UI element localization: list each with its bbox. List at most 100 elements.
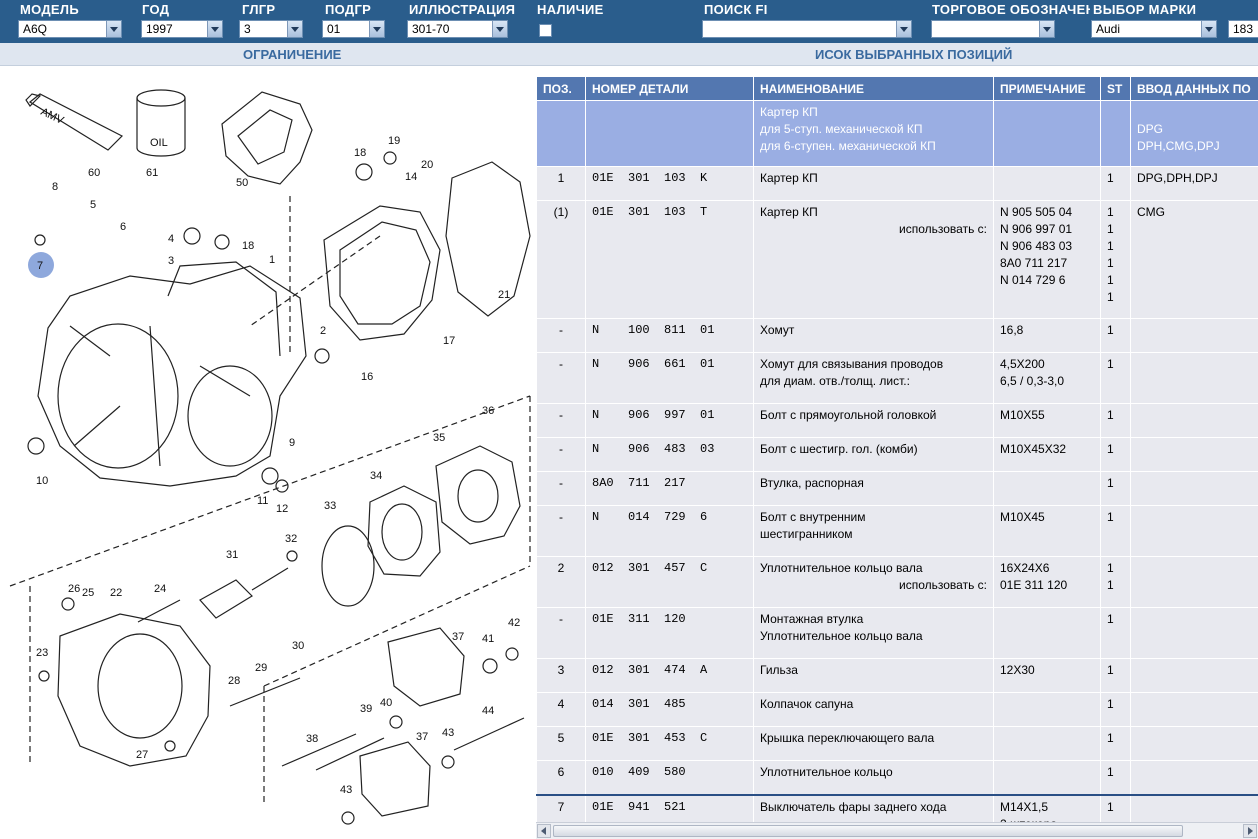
svg-text:29: 29: [255, 662, 267, 674]
horizontal-scrollbar[interactable]: [536, 822, 1258, 839]
chevron-down-icon[interactable]: [287, 21, 302, 37]
svg-text:4: 4: [168, 233, 174, 245]
availability-label: НАЛИЧИЕ: [537, 2, 604, 17]
cell-input: [1130, 607, 1258, 659]
svg-text:38: 38: [306, 733, 318, 745]
search-label: ПОИСК FI: [704, 2, 768, 17]
svg-text:11: 11: [257, 495, 268, 507]
svg-text:24: 24: [154, 583, 166, 595]
svg-text:17: 17: [443, 335, 455, 347]
year-select[interactable]: 1997: [141, 20, 223, 38]
filter-bar: МОДЕЛЬ ГОД ГЛГР ПОДГР ИЛЛЮСТРАЦИЯ НАЛИЧИ…: [0, 0, 1258, 43]
cell-name: Картер КП: [753, 166, 994, 201]
chevron-down-icon[interactable]: [896, 21, 911, 37]
svg-text:33: 33: [324, 500, 336, 512]
search-select[interactable]: [702, 20, 912, 38]
table-row[interactable]: -N 906 997 01 Болт с прямоугольной головк…: [536, 403, 1258, 438]
scroll-right-icon[interactable]: [1243, 824, 1257, 838]
cell-input: [1130, 658, 1258, 693]
selected-input: DPG DPH,CMG,DPJ: [1130, 100, 1258, 167]
selected-group-row[interactable]: Картер КП для 5-ступ. механической КП дл…: [536, 100, 1258, 167]
subgroup-label: ПОДГР: [325, 2, 372, 17]
scroll-thumb[interactable]: [553, 825, 1183, 837]
svg-text:2: 2: [320, 325, 326, 337]
cell-part-number: 012 301 457 C: [585, 556, 754, 608]
cell-note: [993, 471, 1101, 506]
model-select[interactable]: A6Q: [18, 20, 122, 38]
cell-input: [1130, 726, 1258, 761]
table-row[interactable]: -N 014 729 6 Болт с внутренним шестигранни…: [536, 505, 1258, 557]
cell-note: M10X45X32: [993, 437, 1101, 472]
cell-pos: 5: [536, 726, 586, 761]
cell-pos: (1): [536, 200, 586, 319]
cell-st: 1: [1100, 318, 1131, 353]
table-row[interactable]: 5 01E 301 453 C Крышка переключающего вала…: [536, 726, 1258, 761]
svg-text:6: 6: [120, 221, 126, 233]
svg-text:16: 16: [361, 371, 373, 383]
cell-part-number: 01E 311 120: [585, 607, 754, 659]
col-st[interactable]: ST: [1100, 76, 1131, 101]
col-name[interactable]: НАИМЕНОВАНИЕ: [753, 76, 994, 101]
table-row[interactable]: 2 012 301 457 C Уплотнительное кольцо вала…: [536, 556, 1258, 608]
scroll-left-icon[interactable]: [537, 824, 551, 838]
table-row[interactable]: -N 100 811 01 Хомут 16,8 1: [536, 318, 1258, 353]
cell-pos: -: [536, 403, 586, 438]
svg-text:3: 3: [168, 255, 174, 267]
col-note[interactable]: ПРИМЕЧАНИЕ: [993, 76, 1101, 101]
table-row[interactable]: -N 906 483 03 Болт с шестигр. гол. (комби…: [536, 437, 1258, 472]
cell-note: 16,8: [993, 318, 1101, 353]
cell-input: [1130, 403, 1258, 438]
table-row[interactable]: 3 012 301 474 A Гильза 12X30 1: [536, 658, 1258, 693]
trade-mark-label: ТОРГОВОЕ ОБОЗНАЧЕНИ: [932, 2, 1090, 17]
cell-input: DPG,DPH,DPJ: [1130, 166, 1258, 201]
availability-checkbox[interactable]: [539, 24, 552, 37]
group-select[interactable]: 3: [239, 20, 303, 38]
col-input[interactable]: ВВОД ДАННЫХ ПО: [1130, 76, 1258, 101]
cell-name: Болт с шестигр. гол. (комби): [753, 437, 994, 472]
chevron-down-icon[interactable]: [1201, 21, 1216, 37]
cell-st: 111111: [1100, 200, 1131, 319]
svg-text:5: 5: [90, 199, 96, 211]
trade-mark-select[interactable]: [931, 20, 1055, 38]
cell-pos: 7: [536, 793, 586, 822]
table-row[interactable]: 4 014 301 485 Колпачок сапуна 1: [536, 692, 1258, 727]
selected-positions-header: ИСОК ВЫБРАННЫХ ПОЗИЦИЙ: [815, 47, 1013, 62]
table-header: ПОЗ. НОМЕР ДЕТАЛИ НАИМЕНОВАНИЕ ПРИМЕЧАНИ…: [536, 76, 1258, 101]
chevron-down-icon[interactable]: [369, 21, 384, 37]
brand-select[interactable]: Audi: [1091, 20, 1217, 38]
chevron-down-icon[interactable]: [1039, 21, 1054, 37]
col-pos[interactable]: ПОЗ.: [536, 76, 586, 101]
extra-field[interactable]: 183: [1228, 20, 1258, 38]
cell-pos: -: [536, 607, 586, 659]
cell-pos: 1: [536, 166, 586, 201]
section-header: ОГРАНИЧЕНИЕ ИСОК ВЫБРАННЫХ ПОЗИЦИЙ: [0, 43, 1258, 66]
table-row[interactable]: (1) 01E 301 103 T Картер КП использовать с:…: [536, 200, 1258, 319]
cell-input: [1130, 437, 1258, 472]
svg-text:23: 23: [36, 647, 48, 659]
cell-name: Уплотнительное кольцо вала использовать с…: [753, 556, 994, 608]
parts-table-container[interactable]: ПОЗ. НОМЕР ДЕТАЛИ НАИМЕНОВАНИЕ ПРИМЕЧАНИ…: [536, 76, 1258, 822]
chevron-down-icon[interactable]: [106, 21, 121, 37]
table-row[interactable]: 7 01E 941 521 Выключатель фары заднего ход…: [536, 793, 1258, 822]
col-part-number[interactable]: НОМЕР ДЕТАЛИ: [585, 76, 754, 101]
subgroup-select[interactable]: 01: [322, 20, 385, 38]
cell-part-number: 01E 301 453 C: [585, 726, 754, 761]
table-row[interactable]: -01E 311 120 Монтажная втулка Уплотнительн…: [536, 607, 1258, 659]
svg-text:40: 40: [380, 697, 392, 709]
svg-text:61: 61: [146, 167, 158, 179]
cell-st: 1: [1100, 166, 1131, 201]
table-row[interactable]: 6 010 409 580 Уплотнительное кольцо 1: [536, 760, 1258, 795]
cell-note: M10X45: [993, 505, 1101, 557]
table-row[interactable]: 1 01E 301 103 K Картер КП 1 DPG,DPH,DPJ: [536, 166, 1258, 201]
cell-pos: -: [536, 437, 586, 472]
cell-input: [1130, 352, 1258, 404]
table-row[interactable]: -N 906 661 01 Хомут для связывания провод…: [536, 352, 1258, 404]
svg-text:34: 34: [370, 470, 382, 482]
svg-text:10: 10: [36, 475, 48, 487]
chevron-down-icon[interactable]: [492, 21, 507, 37]
chevron-down-icon[interactable]: [207, 21, 222, 37]
illustration-select[interactable]: 301-70: [407, 20, 508, 38]
cell-part-number: 01E 301 103 K: [585, 166, 754, 201]
table-row[interactable]: -8A0 711 217 Втулка, распорная 1: [536, 471, 1258, 506]
illustration-label: ИЛЛЮСТРАЦИЯ: [409, 2, 516, 17]
